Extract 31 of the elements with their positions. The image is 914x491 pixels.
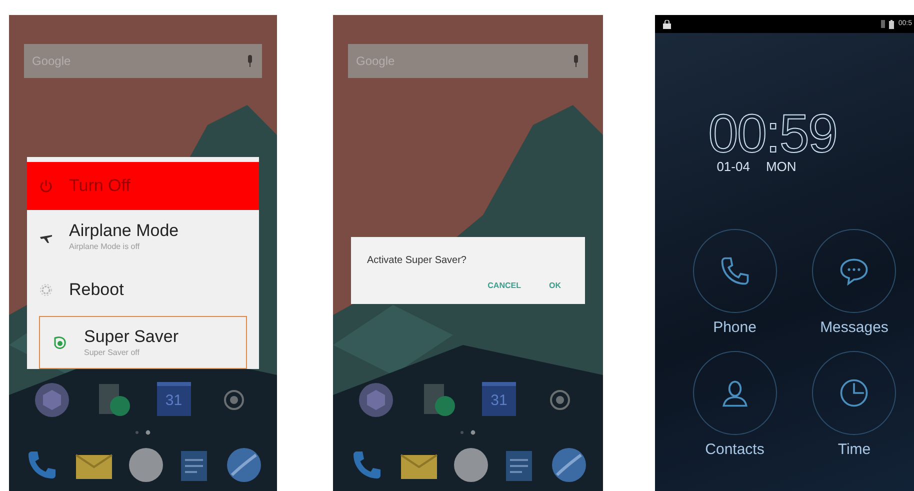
- cube-app-icon[interactable]: [34, 382, 70, 418]
- menu-item-title: Turn Off: [69, 175, 130, 197]
- date-text: 01-04: [716, 158, 750, 176]
- page-indicator-icon: [133, 430, 153, 435]
- shortcut-button[interactable]: Phone: [675, 228, 794, 339]
- globe-app-icon[interactable]: [226, 447, 262, 483]
- microphone-icon: [246, 55, 254, 67]
- shortcut-button[interactable]: Time: [794, 351, 914, 462]
- menu-item-subtitle: Airplane Mode is off: [69, 241, 141, 254]
- menu-item-subtitle: Super Saver off: [84, 347, 140, 360]
- clock-time: 00:59: [708, 107, 837, 161]
- gear-icon: [39, 282, 53, 296]
- battery-icon: [889, 20, 894, 28]
- weekday-text: MON: [766, 158, 796, 176]
- menu-item-title: Airplane Mode: [69, 220, 179, 242]
- menu-item-title: Reboot: [69, 278, 124, 300]
- power-menu-item[interactable]: Super Saver Super Saver off: [39, 316, 247, 369]
- shortcut-button[interactable]: Messages: [794, 228, 914, 339]
- power-menu-item[interactable]: Reboot: [27, 263, 259, 316]
- signal-icon: [881, 20, 886, 28]
- page-indicator-icon: [458, 430, 478, 435]
- globe-app-icon[interactable]: [551, 447, 588, 483]
- dialog-message: Activate Super Saver?: [367, 254, 468, 268]
- power-menu-item[interactable]: Airplane Mode Airplane Mode is off: [27, 210, 259, 263]
- cube-app-icon[interactable]: [358, 382, 394, 418]
- lock-icon: [663, 20, 671, 28]
- microphone-icon: [572, 55, 580, 67]
- leaf-icon: [52, 334, 68, 350]
- shortcut-button[interactable]: Contacts: [675, 351, 794, 462]
- power-icon: [39, 179, 53, 193]
- menu-item-title: Super Saver: [84, 326, 178, 348]
